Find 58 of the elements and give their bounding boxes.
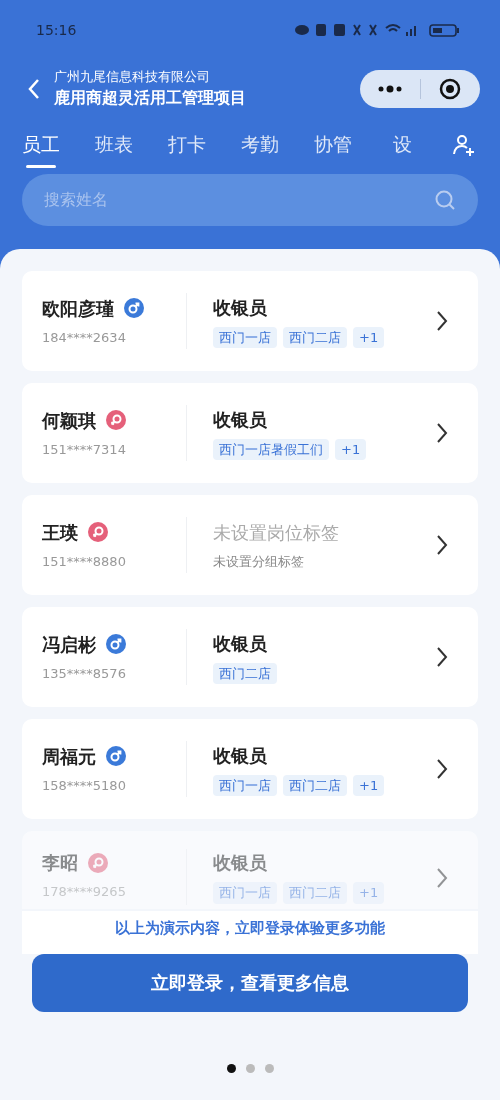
- employee-name: 欧阳彦瑾: [42, 296, 114, 321]
- phone-number: 184****2634: [42, 328, 127, 347]
- target-icon: [439, 78, 462, 100]
- employee-name: 李昭: [42, 851, 78, 875]
- demo-notice: 以上为演示内容，立即登录体验更多功能: [22, 911, 478, 954]
- group-tag: 西门二店: [283, 326, 347, 349]
- add-user-icon[interactable]: [452, 133, 476, 157]
- job-role: 未设置岗位标签: [213, 520, 340, 545]
- group-tag: +1: [335, 438, 367, 461]
- search-bar[interactable]: 搜索姓名: [22, 174, 478, 226]
- chevron-right-icon: [436, 422, 448, 444]
- phone-number: 151****7314: [42, 440, 127, 459]
- employee-name: 何颖琪: [42, 408, 96, 433]
- tab[interactable]: 班表: [95, 130, 133, 170]
- chevron-right-icon: [436, 867, 448, 889]
- group-tag: +1: [353, 326, 385, 349]
- group-tag: 西门二店: [213, 662, 277, 685]
- login-button[interactable]: 立即登录，查看更多信息: [32, 953, 468, 1012]
- employee-name: 王瑛: [42, 520, 78, 545]
- group-tag: 西门一店: [213, 774, 277, 797]
- employee-card[interactable]: 何颖琪 151****7314 收银员 西门一店暑假工们 +1: [22, 383, 478, 483]
- group-tag: 西门二店: [283, 882, 347, 904]
- search-field[interactable]: 搜索姓名: [44, 188, 434, 212]
- chevron-right-icon: [436, 310, 448, 332]
- tab[interactable]: 员工: [22, 130, 60, 170]
- status-time: 15:16: [36, 20, 77, 40]
- job-role: 收银员: [213, 295, 268, 320]
- job-role: 收银员: [213, 407, 268, 432]
- group-tag: 西门二店: [283, 774, 347, 797]
- phone-number: 158****5180: [42, 776, 127, 795]
- group-tag: +1: [353, 882, 385, 904]
- chevron-right-icon: [436, 758, 448, 780]
- back-button[interactable]: [28, 78, 40, 100]
- chevron-right-icon: [436, 534, 448, 556]
- chevron-right-icon: [436, 646, 448, 668]
- more-icon: [376, 85, 403, 93]
- search-icon: [434, 189, 456, 211]
- employee-card[interactable]: 欧阳彦瑾 184****2634 收银员 西门一店 西门二店 +1: [22, 271, 478, 371]
- employee-name: 冯启彬: [42, 632, 96, 657]
- employee-name: 周福元: [42, 744, 96, 769]
- phone-number: 135****8576: [42, 664, 127, 683]
- employee-card[interactable]: 周福元 158****5180 收银员 西门一店 西门二店 +1: [22, 719, 478, 819]
- tab[interactable]: 打卡: [168, 130, 206, 170]
- job-role: 收银员: [213, 851, 268, 875]
- group-tag: 西门一店暑假工们: [213, 438, 329, 461]
- tab[interactable]: 协管: [314, 130, 352, 170]
- tab[interactable]: 考勤: [241, 130, 279, 170]
- project-title: 鹿用商超灵活用工管理项目: [54, 87, 246, 109]
- group-tag: +1: [353, 774, 385, 797]
- company-name: 广州九尾信息科技有限公司: [54, 68, 211, 86]
- phone-number: 151****8880: [42, 552, 127, 571]
- job-role: 收银员: [213, 631, 268, 656]
- employee-card[interactable]: 王瑛 151****8880 未设置岗位标签 未设置分组标签: [22, 495, 478, 595]
- tab[interactable]: 设: [387, 130, 417, 170]
- employee-card[interactable]: 冯启彬 135****8576 收银员 西门二店: [22, 607, 478, 707]
- group-tag: 西门一店: [213, 326, 277, 349]
- group-note: 未设置分组标签: [213, 552, 305, 571]
- job-role: 收银员: [213, 743, 268, 768]
